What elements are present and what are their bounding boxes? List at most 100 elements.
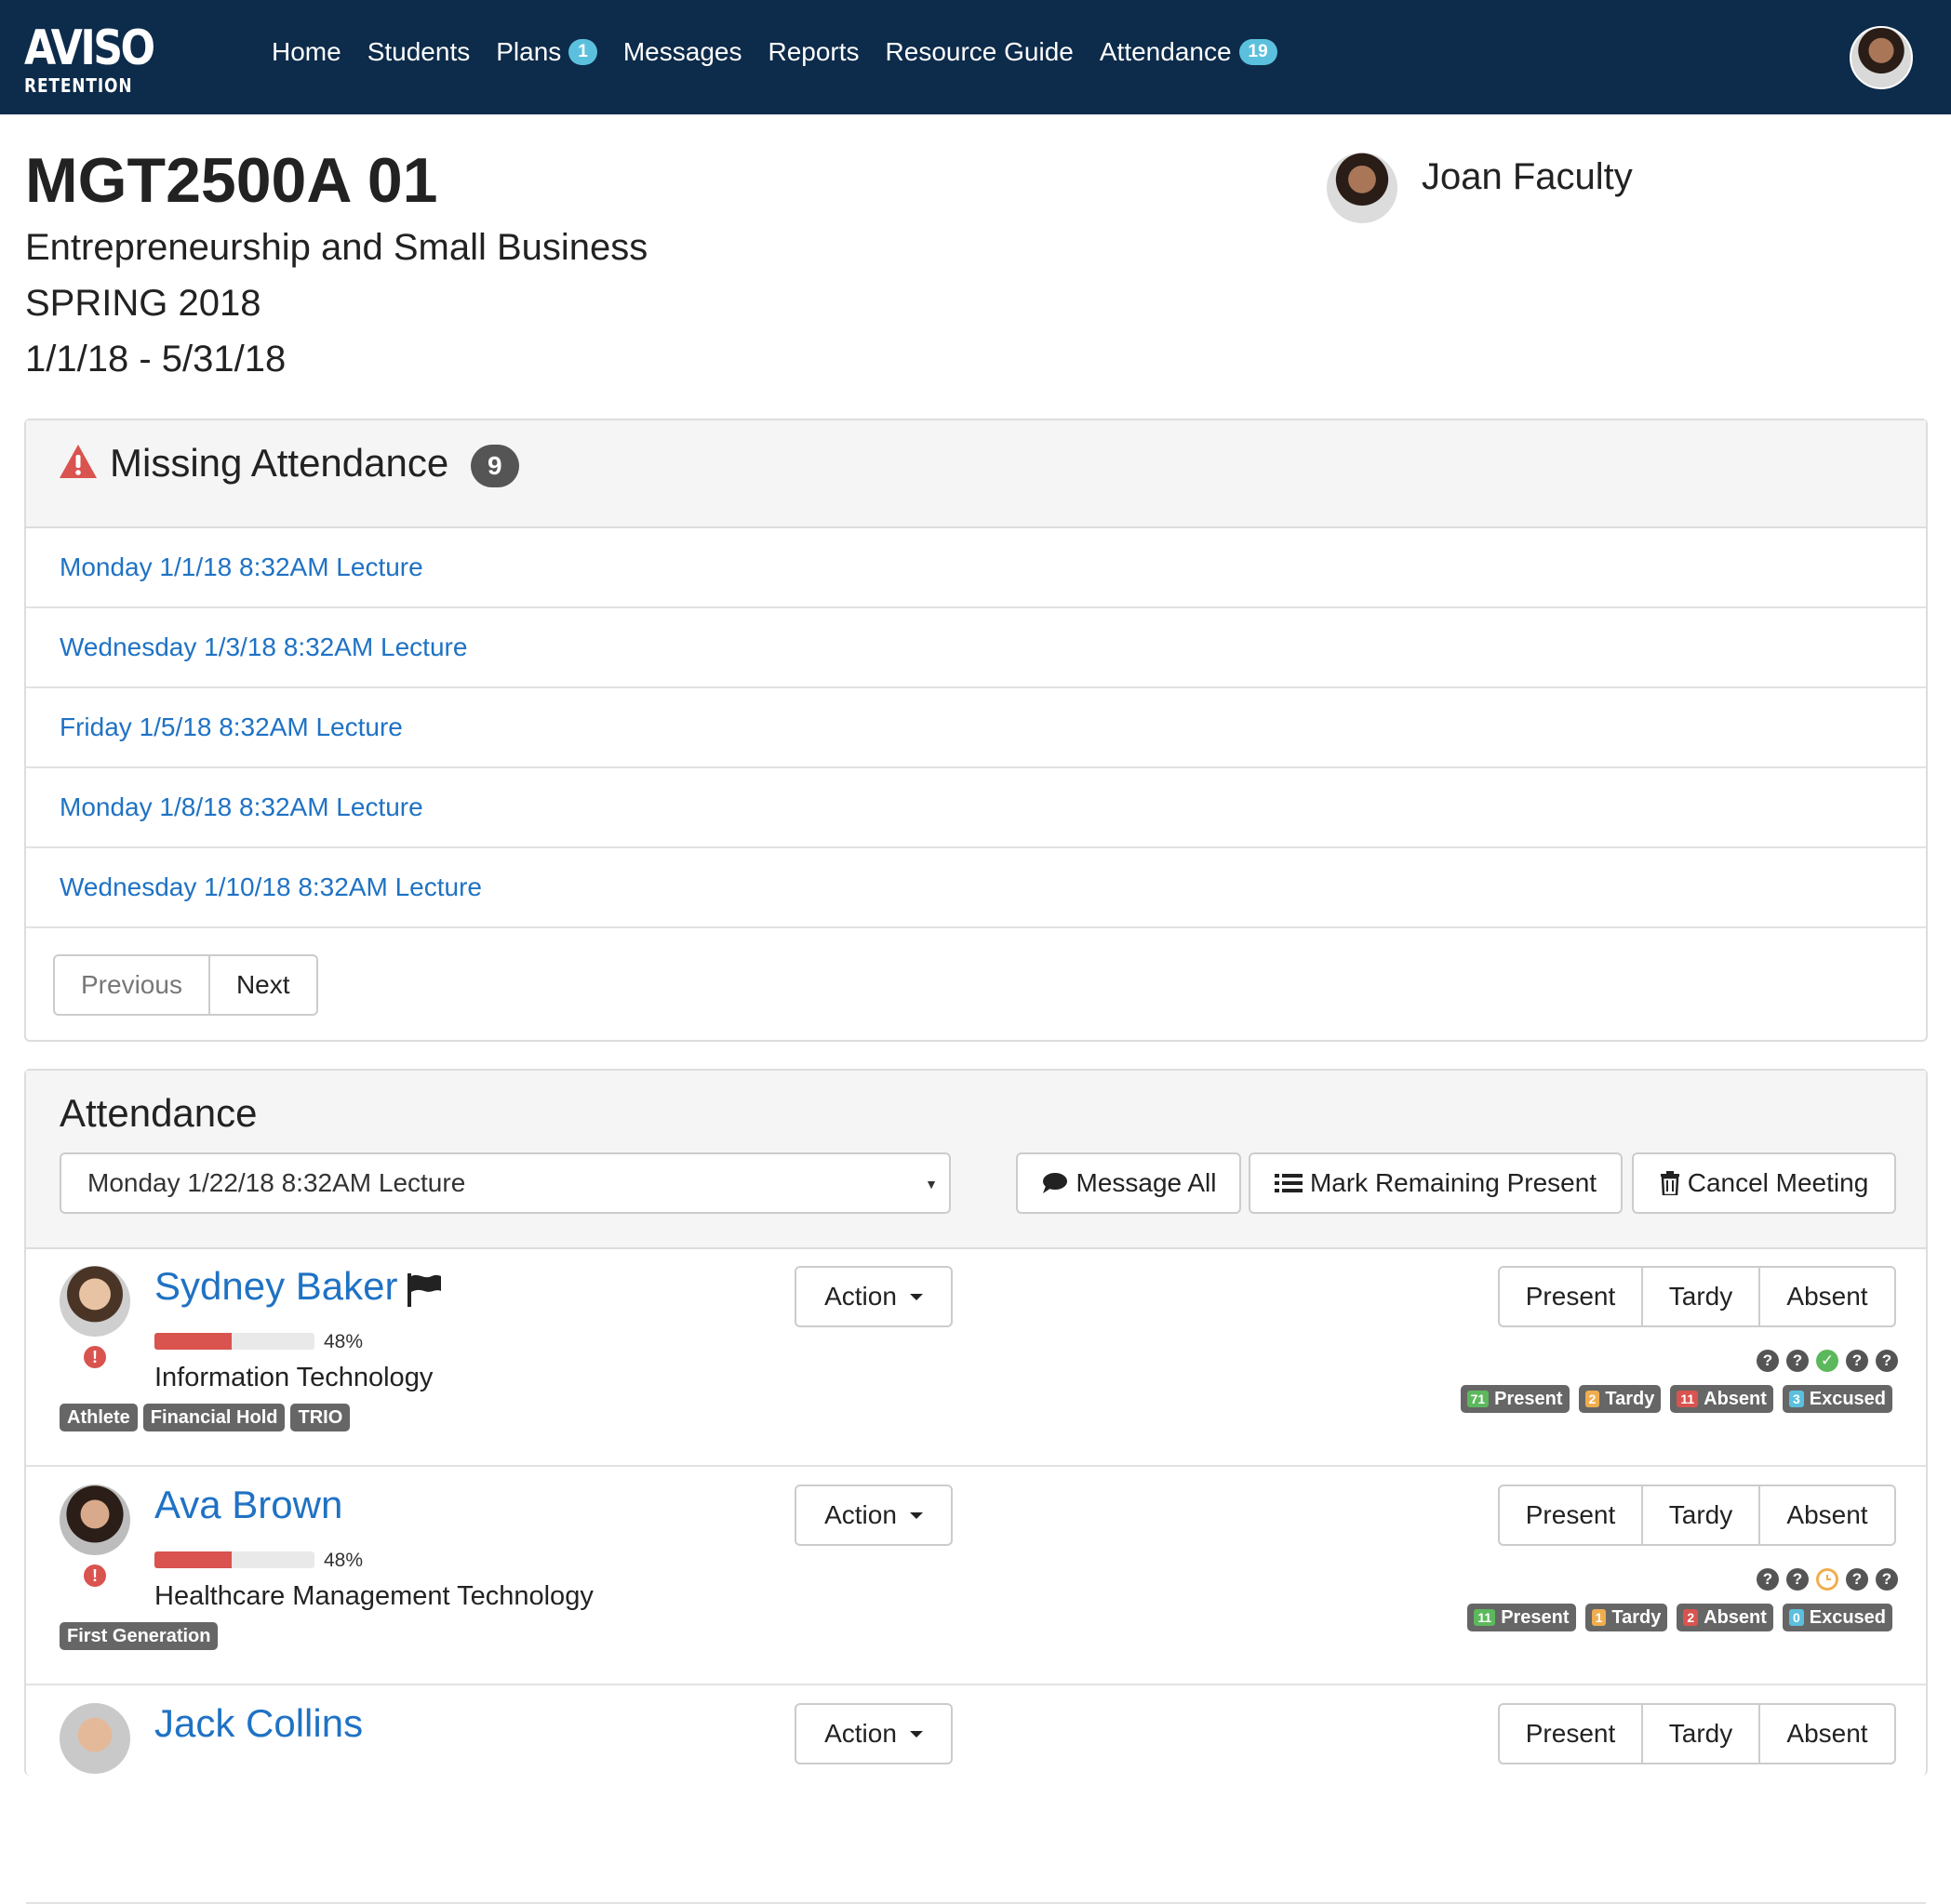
absent-count-badge: 2 Absent — [1677, 1604, 1773, 1631]
tardy-count: 2 — [1584, 1391, 1600, 1407]
action-dropdown-button[interactable]: Action — [795, 1266, 953, 1327]
present-count: 11 — [1474, 1609, 1496, 1626]
action-dropdown-button[interactable]: Action — [795, 1485, 953, 1546]
main-nav: Home Students Plans 1 Messages Reports Re… — [272, 37, 1303, 67]
student-tag: Athlete — [60, 1404, 138, 1431]
question-icon[interactable]: ? — [1846, 1350, 1868, 1372]
absent-count-label: Absent — [1704, 1607, 1767, 1628]
excused-count: 0 — [1788, 1609, 1804, 1626]
absent-count-badge: 11 Absent — [1670, 1385, 1773, 1413]
attendance-panel: Attendance Monday 1/22/18 8:32AM Lecture… — [24, 1069, 1928, 1904]
mark-remaining-present-button[interactable]: Mark Remaining Present — [1249, 1152, 1623, 1214]
nav-plans-label: Plans — [496, 37, 562, 66]
message-all-button[interactable]: Message All — [1016, 1152, 1241, 1214]
previous-button[interactable]: Previous — [53, 954, 210, 1016]
cancel-meeting-button[interactable]: Cancel Meeting — [1632, 1152, 1896, 1214]
question-icon[interactable]: ? — [1876, 1568, 1898, 1591]
student-name-link[interactable]: Sydney Baker — [154, 1264, 397, 1309]
faculty-name: Joan Faculty — [1422, 156, 1633, 197]
student-row: ! Ava Brown 48% Healthcare Management Te… — [26, 1468, 1926, 1685]
nav-messages-label: Messages — [622, 37, 742, 66]
mark-absent-button[interactable]: Absent — [1760, 1703, 1896, 1764]
nav-home-label: Home — [272, 37, 341, 66]
student-avatar[interactable] — [60, 1703, 130, 1774]
check-icon[interactable]: ✓ — [1816, 1350, 1838, 1372]
student-avatar[interactable] — [60, 1266, 130, 1337]
nav-resource-guide[interactable]: Resource Guide — [886, 37, 1074, 67]
missing-meeting-item: Wednesday 1/3/18 8:32AM Lecture — [26, 608, 1926, 688]
meeting-select[interactable]: Monday 1/22/18 8:32AM Lecture ▼ — [60, 1152, 951, 1214]
mark-present-button[interactable]: Present — [1498, 1266, 1643, 1327]
student-row: Jack Collins Action Present Tardy Absent — [26, 1686, 1926, 1904]
question-icon[interactable]: ? — [1757, 1350, 1779, 1372]
nav-home[interactable]: Home — [272, 37, 341, 67]
clock-icon[interactable] — [1816, 1568, 1838, 1591]
aviso-retention-logo[interactable]: AVISO RETENTION — [24, 24, 155, 97]
student-name-link[interactable]: Jack Collins — [154, 1701, 363, 1746]
question-icon[interactable]: ? — [1876, 1350, 1898, 1372]
tardy-count-label: Tardy — [1611, 1607, 1662, 1628]
mark-present-button[interactable]: Present — [1498, 1703, 1643, 1764]
action-dropdown-button[interactable]: Action — [795, 1703, 953, 1764]
question-icon[interactable]: ? — [1786, 1350, 1809, 1372]
tardy-count-label: Tardy — [1605, 1389, 1655, 1409]
missing-meeting-item: Monday 1/1/18 8:32AM Lecture — [26, 528, 1926, 608]
present-count: 71 — [1466, 1391, 1490, 1407]
student-avatar[interactable] — [60, 1485, 130, 1555]
nav-reports-label: Reports — [768, 37, 860, 66]
attendance-title: Attendance — [60, 1091, 258, 1135]
missing-meeting-link[interactable]: Friday 1/5/18 8:32AM Lecture — [60, 712, 403, 742]
course-dates: 1/1/18 - 5/31/18 — [25, 339, 287, 379]
absent-count: 11 — [1677, 1391, 1699, 1407]
nav-students[interactable]: Students — [367, 37, 471, 67]
nav-plans[interactable]: Plans 1 — [496, 37, 597, 67]
nav-resource-guide-label: Resource Guide — [885, 37, 1074, 66]
action-label: Action — [824, 1282, 897, 1311]
course-code: MGT2500A 01 — [25, 145, 438, 216]
meeting-select-value: Monday 1/22/18 8:32AM Lecture — [87, 1168, 466, 1197]
missing-meeting-link[interactable]: Wednesday 1/10/18 8:32AM Lecture — [60, 872, 482, 902]
nav-attendance-label: Attendance — [1099, 37, 1232, 66]
comment-icon — [1041, 1171, 1069, 1195]
mark-tardy-button[interactable]: Tardy — [1643, 1266, 1760, 1327]
attendance-status-group: Present Tardy Absent — [1498, 1703, 1896, 1764]
flag-icon[interactable] — [406, 1273, 443, 1307]
question-icon[interactable]: ? — [1786, 1568, 1809, 1591]
exclamation-alert-icon[interactable]: ! — [84, 1346, 106, 1368]
next-button[interactable]: Next — [209, 954, 318, 1016]
attendance-count-badge: 19 — [1238, 39, 1277, 65]
missing-count-badge: 9 — [471, 445, 519, 487]
mark-absent-button[interactable]: Absent — [1760, 1485, 1896, 1546]
nav-attendance[interactable]: Attendance 19 — [1100, 37, 1277, 67]
mark-present-button[interactable]: Present — [1498, 1485, 1643, 1546]
nav-reports[interactable]: Reports — [768, 37, 859, 67]
nav-messages[interactable]: Messages — [623, 37, 742, 67]
question-icon[interactable]: ? — [1846, 1568, 1868, 1591]
mark-tardy-button[interactable]: Tardy — [1643, 1485, 1760, 1546]
question-icon[interactable]: ? — [1757, 1568, 1779, 1591]
student-tag: Financial Hold — [142, 1404, 286, 1431]
warning-icon — [60, 445, 97, 478]
message-all-label: Message All — [1076, 1168, 1217, 1197]
action-label: Action — [824, 1500, 897, 1529]
student-name-link[interactable]: Ava Brown — [154, 1483, 342, 1527]
exclamation-alert-icon[interactable]: ! — [84, 1564, 106, 1587]
logo-subtext: RETENTION — [24, 74, 133, 97]
missing-meeting-link[interactable]: Wednesday 1/3/18 8:32AM Lecture — [60, 632, 467, 662]
mark-tardy-button[interactable]: Tardy — [1643, 1703, 1760, 1764]
student-tag: First Generation — [60, 1622, 219, 1650]
attendance-status-group: Present Tardy Absent — [1498, 1266, 1896, 1327]
risk-progress-fill — [154, 1551, 232, 1568]
risk-progress-bar — [154, 1551, 314, 1568]
absent-count-label: Absent — [1704, 1389, 1767, 1409]
cancel-meeting-label: Cancel Meeting — [1687, 1168, 1869, 1197]
present-count-label: Present — [1501, 1607, 1570, 1628]
present-count-label: Present — [1494, 1389, 1563, 1409]
attendance-history: ? ? ? ? — [1749, 1568, 1898, 1591]
mark-absent-button[interactable]: Absent — [1760, 1266, 1896, 1327]
tardy-count-badge: 1 Tardy — [1584, 1604, 1668, 1631]
user-avatar[interactable] — [1850, 26, 1913, 89]
missing-meeting-link[interactable]: Monday 1/8/18 8:32AM Lecture — [60, 792, 423, 822]
missing-meeting-link[interactable]: Monday 1/1/18 8:32AM Lecture — [60, 553, 423, 582]
risk-percent: 48% — [324, 1331, 364, 1352]
